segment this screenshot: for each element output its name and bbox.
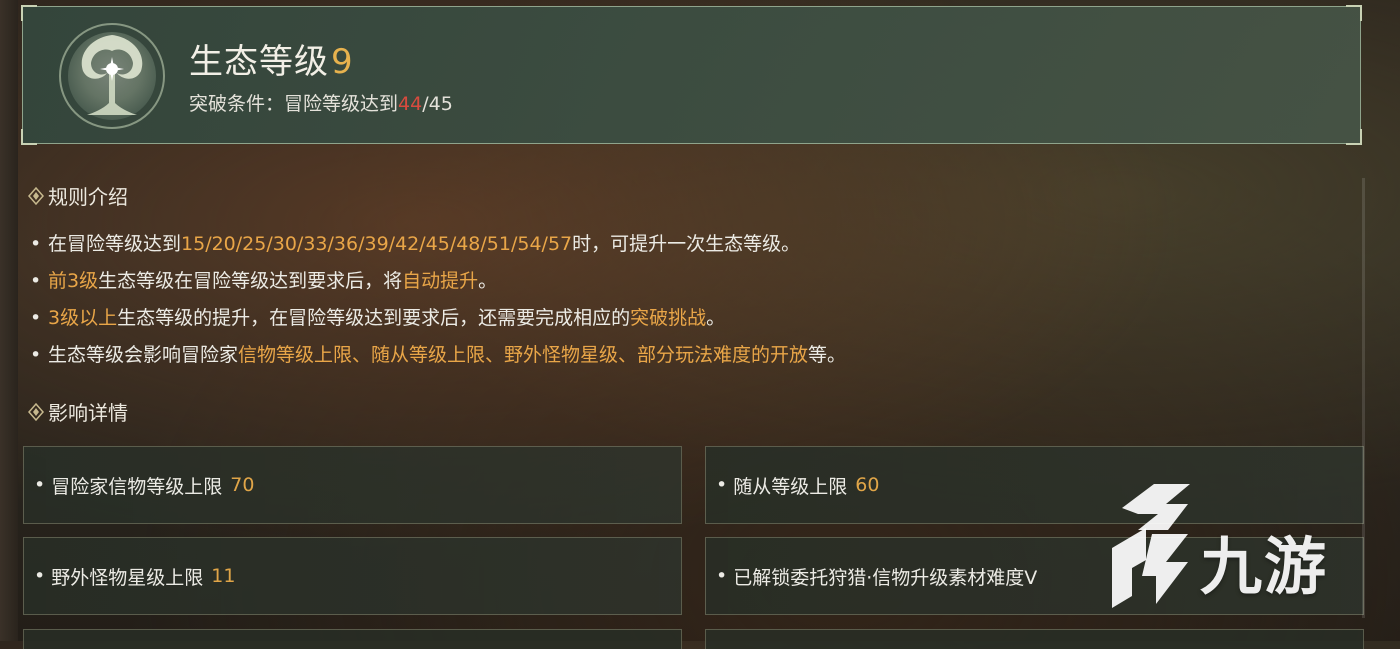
effect-card-monster-star-cap: • 野外怪物星级上限 11 [23, 537, 682, 615]
rule-text: 。 [706, 307, 726, 329]
jiuyou-watermark-text: 九游 [1200, 530, 1329, 603]
effects-section-heading: 影响详情 [28, 397, 128, 426]
rule-text: 时，可提升一次生态等级。 [572, 233, 801, 255]
rule-text: 生态等级在冒险等级达到要求后，将 [98, 270, 403, 292]
corner-ornament [21, 5, 37, 21]
rule-item: • 生态等级会影响冒险家信物等级上限、随从等级上限、野外怪物星级、部分玩法难度的开… [30, 337, 846, 374]
bullet: • [30, 233, 42, 255]
bullet: • [30, 344, 42, 366]
corner-ornament [1346, 129, 1362, 145]
required-adventure-level: 45 [428, 93, 453, 115]
rules-list: • 在冒险等级达到15/20/25/30/33/36/39/42/45/48/51… [30, 226, 846, 374]
breakthrough-condition: 突破条件：冒险等级达到44/45 [189, 93, 453, 115]
effect-card-partial [705, 629, 1364, 649]
corner-ornament [21, 129, 37, 145]
rule-highlight-text: 3级以上 [48, 307, 118, 329]
rule-item: • 前3级生态等级在冒险等级达到要求后，将自动提升。 [30, 263, 846, 300]
corner-ornament [1346, 5, 1362, 21]
page-title: 生态等级9 [189, 42, 354, 82]
current-adventure-level: 44 [398, 93, 423, 115]
bullet: • [30, 270, 42, 292]
rule-text: 等。 [808, 344, 847, 366]
ecology-level-header: 生态等级9 突破条件：冒险等级达到44/45 [21, 5, 1362, 145]
rule-highlight-text: 信物等级上限、随从等级上限、野外怪物星级、部分玩法难度的开放 [238, 344, 809, 366]
rule-text: 生态等级的提升，在冒险等级达到要求后，还需要完成相应的 [117, 307, 631, 329]
effect-card-relic-level-cap: • 冒险家信物等级上限 70 [23, 446, 682, 524]
rule-highlight-text: 突破挑战 [630, 307, 707, 329]
rule-highlight-text: 前3级 [48, 270, 99, 292]
left-frame-edge [0, 0, 18, 641]
diamond-bullet-icon [28, 402, 44, 421]
world-tree-emblem-icon [59, 23, 165, 129]
rule-text: 在冒险等级达到 [48, 233, 182, 255]
rule-text: 生态等级会影响冒险家 [48, 344, 239, 366]
bullet: • [30, 307, 42, 329]
rule-text: 。 [478, 270, 498, 292]
rule-item: • 在冒险等级达到15/20/25/30/33/36/39/42/45/48/51… [30, 226, 846, 263]
effect-card-partial [23, 629, 682, 649]
diamond-bullet-icon [28, 186, 44, 205]
rule-item: • 3级以上生态等级的提升，在冒险等级达到要求后，还需要完成相应的突破挑战。 [30, 300, 846, 337]
rule-highlight-text: 自动提升 [402, 270, 479, 292]
rules-section-heading: 规则介绍 [28, 181, 128, 210]
ecology-level-value: 9 [331, 42, 354, 82]
scrollbar[interactable] [1362, 178, 1365, 618]
rule-highlight-text: 15/20/25/30/33/36/39/42/45/48/51/54/57 [181, 233, 573, 255]
